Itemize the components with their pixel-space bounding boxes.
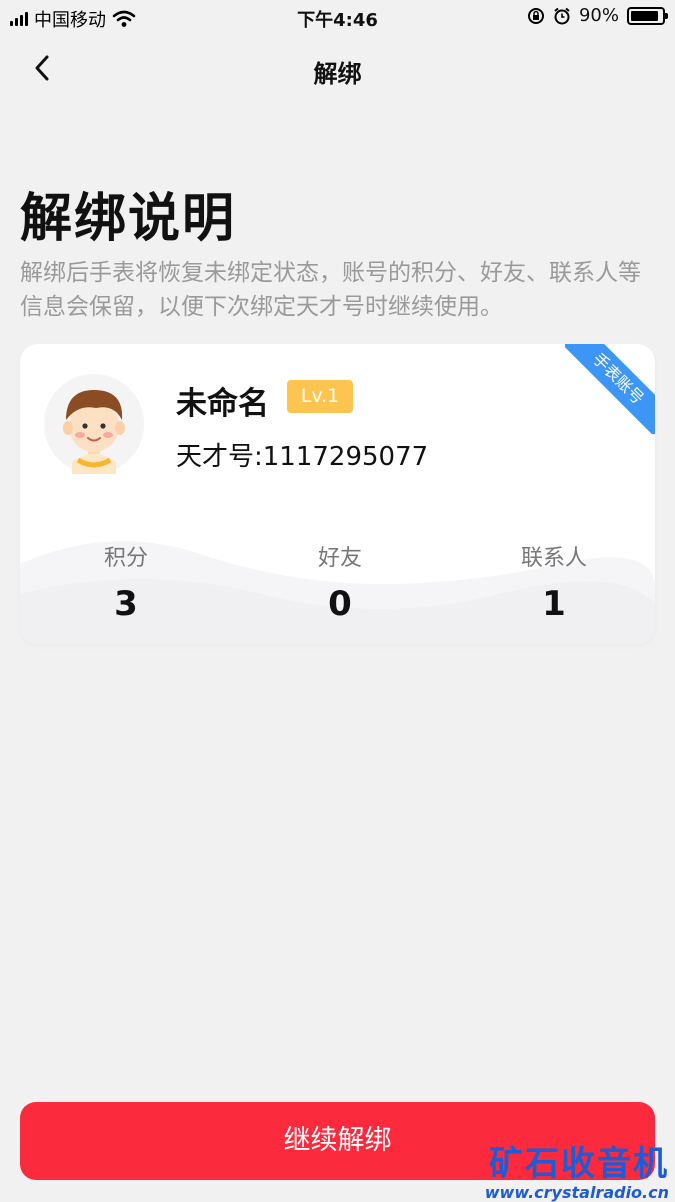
stat-points: 积分 3 (46, 540, 206, 624)
alarm-icon (554, 7, 570, 24)
battery-level-fill (631, 10, 658, 21)
unbind-description: 解绑后手表将恢复未绑定状态，账号的积分、好友、联系人等信息会保留，以便下次绑定天… (20, 260, 641, 320)
ribbon-label: 手表账号 (565, 344, 655, 434)
avatar (44, 374, 144, 474)
watermark-title: 矿石收音机 (489, 1144, 669, 1184)
rotation-lock-icon (527, 7, 544, 24)
stat-label: 联系人 (520, 546, 587, 571)
stat-value: 0 (328, 584, 352, 624)
account-name: 未命名 (176, 386, 269, 422)
stat-contacts: 联系人 1 (474, 540, 634, 624)
account-card: 手表账号 未命名 Lv.1 天才号:1117295077 积分 3 好友 0 联… (20, 344, 655, 644)
battery-icon (627, 6, 668, 25)
account-type-ribbon: 手表账号 (565, 344, 655, 434)
stat-label: 好友 (317, 546, 362, 571)
stat-friends: 好友 0 (260, 540, 420, 624)
page-title: 解绑 (313, 60, 362, 88)
status-bar: 中国移动 下午4:46 90% (0, 0, 675, 34)
tiancai-id: 天才号:1117295077 (176, 442, 429, 472)
stat-label: 积分 (103, 546, 148, 571)
level-badge: Lv.1 (287, 380, 353, 413)
watermark: 矿石收音机 www.crystalradio.cn (485, 1136, 669, 1202)
section-heading: 解绑说明 (20, 189, 237, 249)
status-right: 90% (527, 5, 668, 26)
child-avatar-icon (44, 374, 144, 474)
stat-value: 3 (114, 584, 138, 624)
battery-percent: 90% (578, 5, 619, 26)
watermark-url: www.crystalradio.cn (484, 1183, 669, 1202)
nav-bar: 解绑 (0, 40, 675, 96)
stat-value: 1 (542, 584, 566, 624)
